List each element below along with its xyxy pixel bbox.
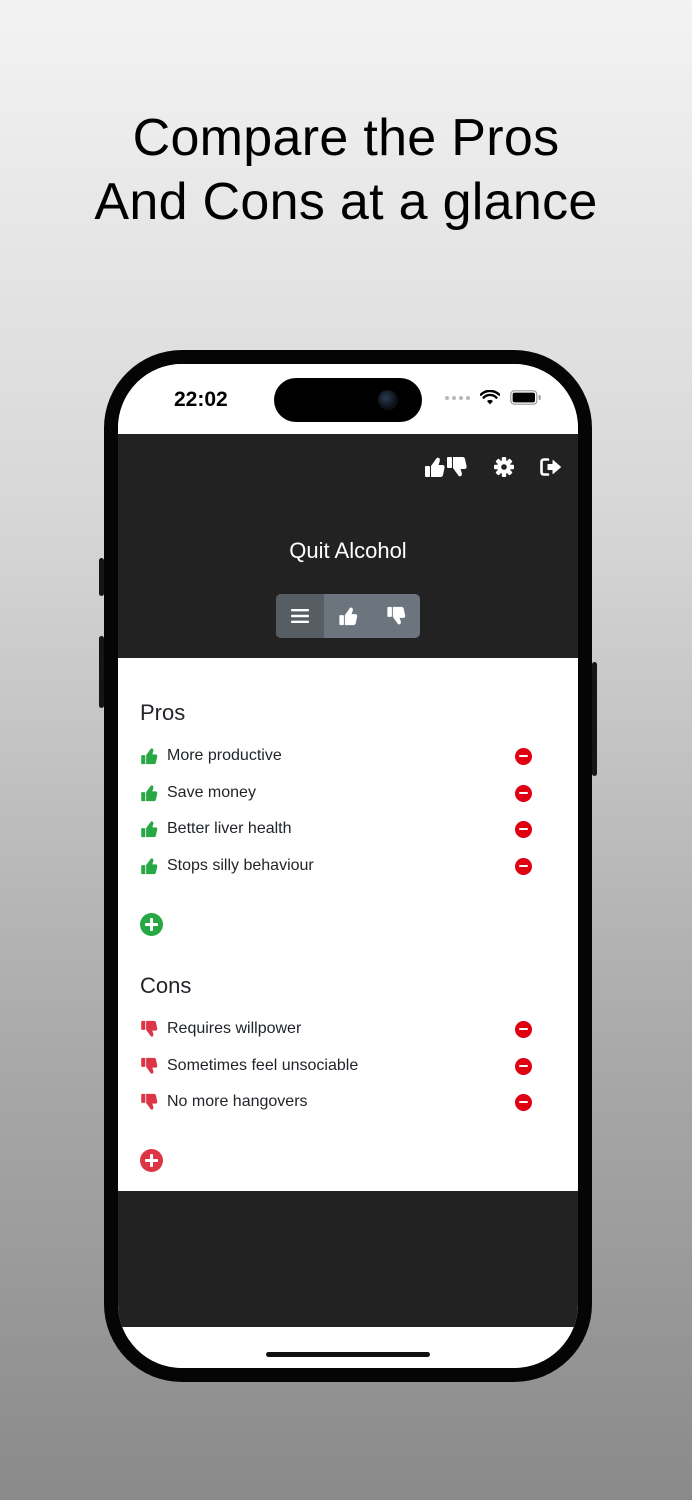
thumbs-up-icon xyxy=(339,607,358,626)
thumbs-up-icon xyxy=(140,784,158,802)
battery-icon xyxy=(510,390,541,405)
thumbs-up-icon xyxy=(140,820,158,838)
view-toggle-group xyxy=(276,594,420,638)
thumbs-down-icon xyxy=(387,606,406,625)
thumbs-down-icon xyxy=(140,1093,158,1111)
phone-screen: 22:02 Quit Alcohol Pros More productive … xyxy=(118,364,578,1368)
pro-item-label: More productive xyxy=(167,747,282,764)
dynamic-island xyxy=(274,378,422,422)
header-toolbar xyxy=(424,456,562,478)
status-icons xyxy=(445,390,542,405)
remove-button[interactable] xyxy=(515,1020,532,1038)
list-icon xyxy=(291,609,309,623)
con-item-label: Sometimes feel unsociable xyxy=(167,1057,359,1074)
camera-icon xyxy=(378,390,398,410)
pro-item-label: Better liver health xyxy=(167,820,292,837)
status-bar: 22:02 xyxy=(118,364,578,434)
phone-side-button xyxy=(99,636,104,708)
headline-line-2: And Cons at a glance xyxy=(94,173,598,231)
phone-side-button xyxy=(99,558,104,596)
marketing-headline: Compare the Pros And Cons at a glance xyxy=(0,106,692,234)
remove-button[interactable] xyxy=(515,1093,532,1111)
con-item: Requires willpower xyxy=(140,1017,536,1041)
thumbs-down-icon xyxy=(140,1020,158,1038)
sign-out-icon[interactable] xyxy=(540,458,562,476)
app-footer xyxy=(118,1191,578,1327)
phone-side-button xyxy=(592,662,597,776)
pros-heading: Pros xyxy=(140,700,186,725)
con-item-label: No more hangovers xyxy=(167,1093,308,1110)
thumbs-up-icon xyxy=(140,747,158,765)
remove-button[interactable] xyxy=(515,820,532,838)
wifi-icon xyxy=(480,390,500,405)
remove-button[interactable] xyxy=(515,784,532,802)
con-item: Sometimes feel unsociable xyxy=(140,1054,536,1078)
remove-button[interactable] xyxy=(515,857,532,875)
view-toggle-all[interactable] xyxy=(276,594,324,638)
page-title: Quit Alcohol xyxy=(289,538,407,563)
con-item-label: Requires willpower xyxy=(167,1020,302,1037)
app-header: Quit Alcohol xyxy=(118,434,578,658)
cons-heading: Cons xyxy=(140,973,192,998)
pro-item: Better liver health xyxy=(140,817,536,841)
con-item: No more hangovers xyxy=(140,1090,536,1114)
remove-button[interactable] xyxy=(515,747,532,765)
phone-frame: 22:02 Quit Alcohol Pros More productive … xyxy=(99,350,597,1382)
signal-dots-icon xyxy=(445,395,470,400)
pro-item: Stops silly behaviour xyxy=(140,854,536,878)
thumbs-up-down-icon[interactable] xyxy=(424,456,468,478)
pros-cons-content: Pros More productive Save money Better l… xyxy=(118,658,578,1191)
add-con-button[interactable] xyxy=(140,1149,163,1172)
gear-icon[interactable] xyxy=(494,457,514,477)
pro-item-label: Stops silly behaviour xyxy=(167,857,314,874)
view-toggle-pros[interactable] xyxy=(324,594,372,638)
thumbs-down-icon xyxy=(140,1057,158,1075)
headline-line-1: Compare the Pros xyxy=(132,109,560,167)
pro-item: Save money xyxy=(140,781,536,805)
status-time: 22:02 xyxy=(174,388,228,411)
home-indicator-area xyxy=(118,1327,578,1368)
add-pro-button[interactable] xyxy=(140,913,163,936)
thumbs-up-icon xyxy=(140,857,158,875)
view-toggle-cons[interactable] xyxy=(372,594,420,638)
remove-button[interactable] xyxy=(515,1057,532,1075)
pro-item: More productive xyxy=(140,744,536,768)
home-indicator[interactable] xyxy=(266,1352,430,1357)
pro-item-label: Save money xyxy=(167,784,256,801)
